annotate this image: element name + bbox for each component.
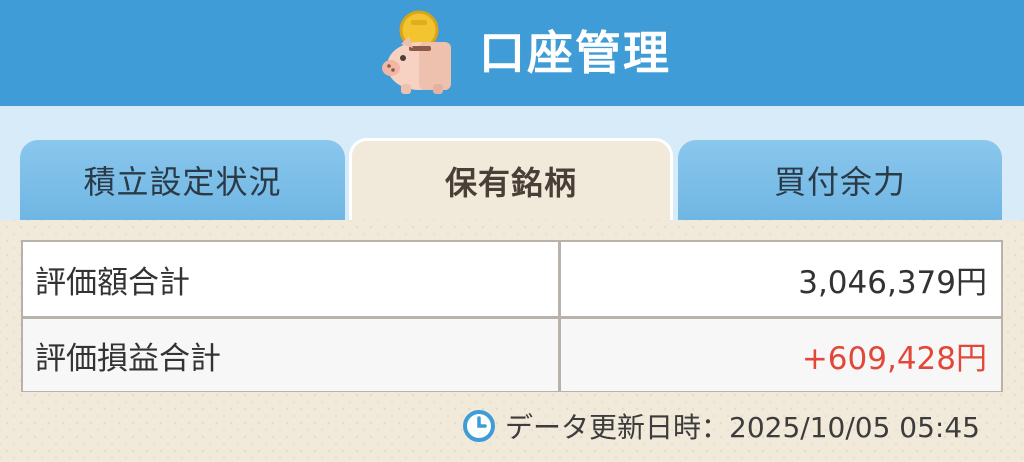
tab-buying-power[interactable]: 買付余力: [678, 140, 1002, 220]
clock-icon: [463, 410, 496, 442]
valuation-total-label: 評価額合計: [23, 242, 561, 316]
page-title: 口座管理: [479, 26, 671, 80]
tab-bar: 積立設定状況 保有銘柄 買付余力: [0, 138, 1024, 220]
tab-label: 積立設定状況: [83, 163, 282, 201]
tab-label: 保有銘柄: [444, 163, 577, 202]
tab-holdings[interactable]: 保有銘柄: [349, 138, 673, 220]
valuation-total-value: 3,046,379円: [798, 264, 987, 301]
table-row: 評価額合計 3,046,379円: [23, 242, 1001, 316]
updated-text: データ更新日時：2025/10/05 05:45: [505, 411, 980, 444]
tab-tsumitate-settings[interactable]: 積立設定状況: [20, 140, 345, 220]
piggy-bank-coin-icon: [373, 8, 463, 98]
table-row: 評価損益合計 +609,428円: [23, 316, 1001, 391]
profit-loss-total-label: 評価損益合計: [23, 319, 561, 391]
app-header: 口座管理: [0, 0, 1024, 106]
profit-loss-total-value: +609,428円: [561, 319, 1001, 391]
tab-label: 買付余力: [773, 163, 906, 201]
data-updated-timestamp: データ更新日時：2025/10/05 05:45: [463, 406, 980, 446]
summary-table: 評価額合計 3,046,379円 評価損益合計 +609,428円: [21, 240, 1003, 392]
